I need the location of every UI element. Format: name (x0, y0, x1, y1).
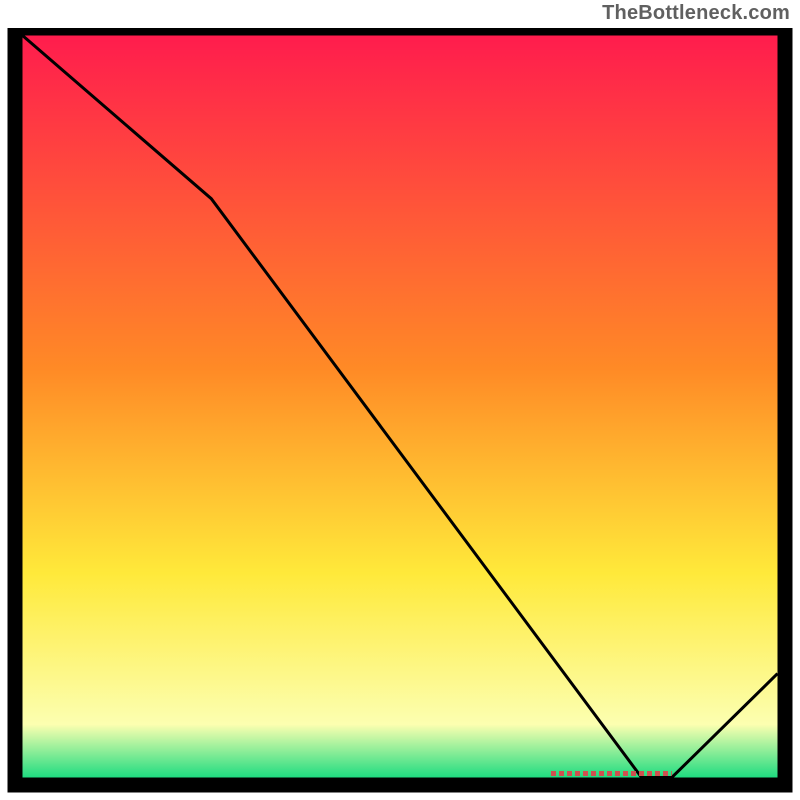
chart-container: TheBottleneck.com (0, 0, 800, 800)
attribution-text: TheBottleneck.com (602, 2, 790, 25)
bottleneck-chart (0, 28, 800, 800)
plot-background (15, 28, 785, 785)
